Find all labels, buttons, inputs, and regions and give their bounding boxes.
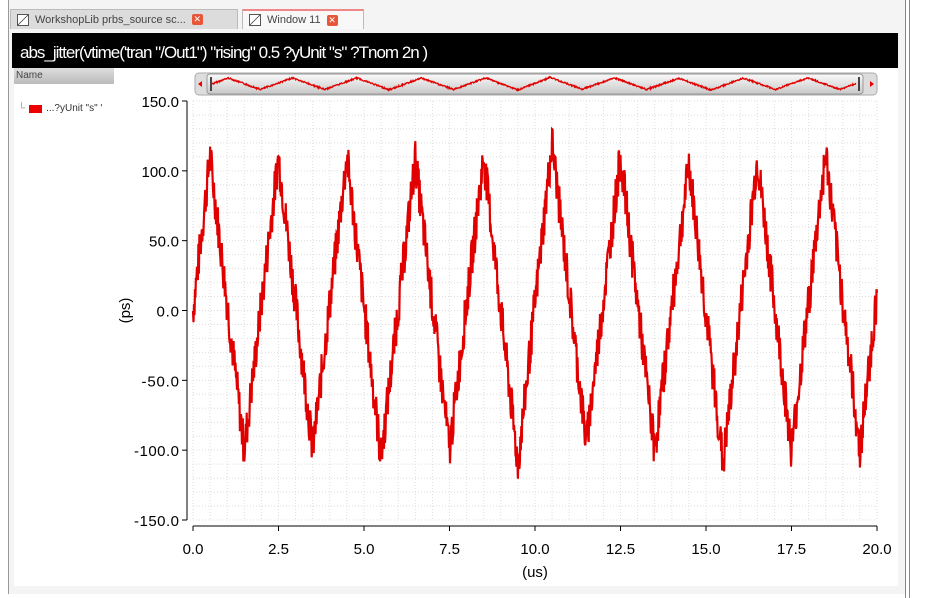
y-tick-label: 0.0: [157, 304, 180, 321]
series-line: [191, 126, 879, 479]
x-tick-label: 12.5: [606, 541, 635, 558]
x-tick-label: 15.0: [691, 541, 720, 558]
y-tick-label: -50.0: [142, 373, 180, 390]
x-tick-label: 5.0: [354, 541, 375, 558]
y-axis-label: (ps): [117, 298, 134, 324]
chart: 150.0100.050.00.0-50.0-100.0-150.00.0 2.5…: [117, 72, 892, 581]
x-tick-label: 0.0: [183, 541, 204, 558]
x-tick-label: 2.5: [268, 541, 289, 558]
x-tick-label: 17.5: [777, 541, 806, 558]
y-tick-label: 100.0: [142, 164, 180, 181]
overview-scrollbar[interactable]: [194, 72, 878, 96]
y-tick-label: 150.0: [142, 94, 180, 111]
x-tick-label: 10.0: [520, 541, 549, 558]
x-tick-label: 20.0: [862, 541, 891, 558]
left-handle[interactable]: [210, 77, 212, 91]
y-tick-label: -100.0: [134, 443, 179, 460]
y-tick-label: -150.0: [134, 513, 179, 530]
y-tick-label: 50.0: [149, 234, 179, 251]
x-tick-label: 7.5: [439, 541, 460, 558]
x-axis-label: (us): [522, 564, 548, 581]
right-handle[interactable]: [858, 77, 860, 91]
